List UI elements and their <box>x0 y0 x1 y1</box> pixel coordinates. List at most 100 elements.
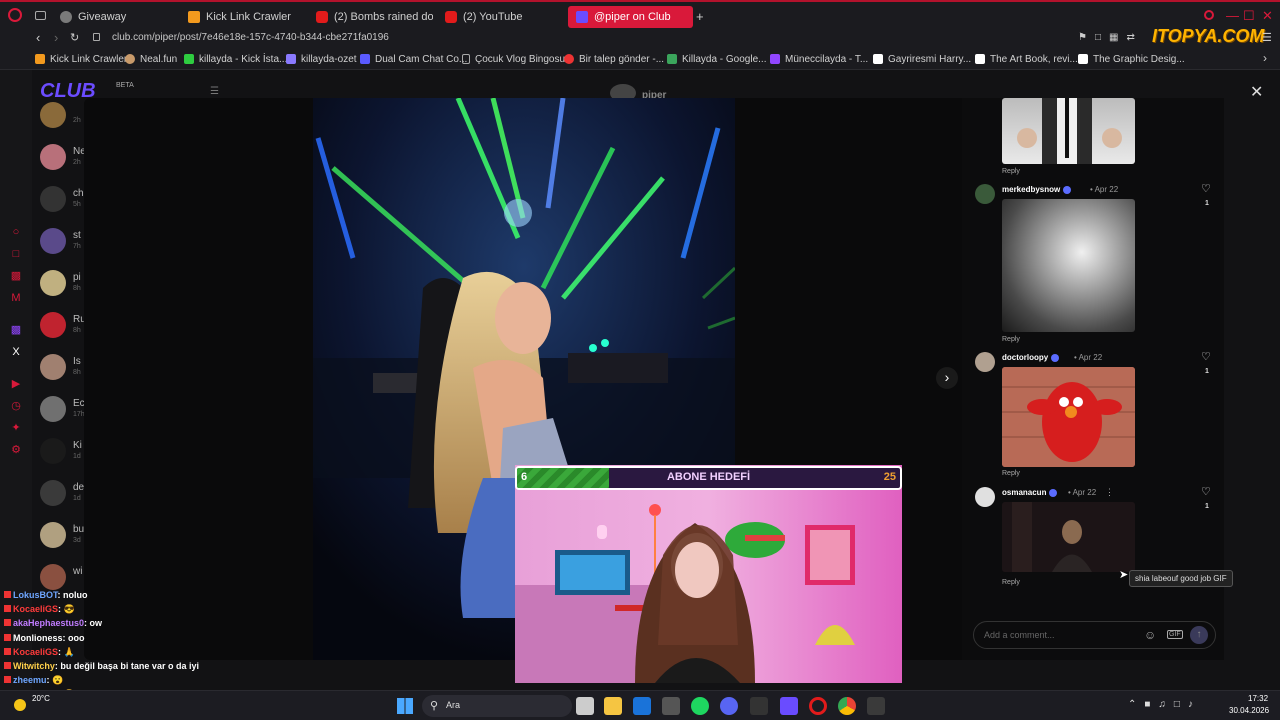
reply-button[interactable]: Reply <box>1002 470 1020 477</box>
close-window-button[interactable]: ✕ <box>1262 8 1273 24</box>
mouse-cursor-icon: ➤ <box>1119 569 1129 581</box>
bookmark-item[interactable]: Çocuk Vlog Bingosu <box>462 52 565 66</box>
bookmark-item[interactable]: Gayriresmi Harry... <box>873 52 971 66</box>
app-icon[interactable] <box>750 697 768 715</box>
settings-icon[interactable]: ⚙ <box>9 443 23 457</box>
conversation-item[interactable]: de 1d <box>40 478 86 508</box>
next-image-button[interactable]: › <box>936 367 958 389</box>
conversation-item[interactable]: st 7h <box>40 226 86 256</box>
tab-overview-icon[interactable] <box>35 11 46 20</box>
bookmark-item[interactable]: killayda-ozet <box>286 52 357 66</box>
avatar[interactable] <box>975 487 995 507</box>
tray-icons[interactable]: ⌃■♫□♪ <box>1128 699 1201 710</box>
chrome-icon[interactable] <box>838 697 856 715</box>
search-tabs-icon[interactable] <box>1204 10 1214 20</box>
file-explorer-icon[interactable] <box>604 697 622 715</box>
windows-start-icon[interactable] <box>397 698 413 714</box>
tab-kick-link-crawler[interactable]: Kick Link Crawler <box>180 6 305 28</box>
reply-button[interactable]: Reply <box>1002 579 1020 586</box>
send-button[interactable]: ↑ <box>1190 626 1208 644</box>
tab-bombs[interactable]: (2) Bombs rained down on <box>308 6 433 28</box>
shopping-icon[interactable]: □ <box>9 247 23 261</box>
conversation-name: ch <box>73 188 84 199</box>
bookmark-item[interactable]: Neal.fun <box>125 52 177 66</box>
tab-youtube[interactable]: (2) YouTube <box>437 6 562 28</box>
conversation-item[interactable]: ch 5h <box>40 184 86 214</box>
app-icon[interactable] <box>662 697 680 715</box>
bookmarks-overflow-icon[interactable]: › <box>1263 51 1267 65</box>
avatar[interactable] <box>975 352 995 372</box>
new-tab-button[interactable]: + <box>696 9 704 24</box>
spotify-icon[interactable] <box>691 697 709 715</box>
comment-input-box[interactable]: Add a comment... ☺ GIF ↑ <box>973 621 1216 649</box>
extensions-icon[interactable]: ✦ <box>9 421 23 435</box>
x-icon[interactable]: X <box>9 345 23 359</box>
discord-icon[interactable] <box>720 697 738 715</box>
bookmark-item[interactable]: Dual Cam Chat Co... <box>360 52 467 66</box>
messenger-icon[interactable]: ▩ <box>9 269 23 283</box>
avatar <box>40 480 66 506</box>
opera-menu-icon[interactable] <box>8 8 22 22</box>
bookmark-item[interactable]: Killayda - Google... <box>667 52 767 66</box>
avatar <box>40 396 66 422</box>
outlook-icon[interactable] <box>633 697 651 715</box>
comment-gif[interactable] <box>1002 367 1135 467</box>
assistant-icon[interactable]: ○ <box>9 225 23 239</box>
like-heart-icon[interactable]: ♡ <box>1201 485 1211 498</box>
bookmark-item[interactable]: Müneccilayda - T... <box>770 52 868 66</box>
maximize-button[interactable]: ☐ <box>1243 8 1255 24</box>
close-modal-button[interactable]: ✕ <box>1250 82 1263 102</box>
conversation-item[interactable]: Ki 1d <box>40 436 86 466</box>
like-heart-icon[interactable]: ♡ <box>1201 350 1211 363</box>
back-icon[interactable]: ‹ <box>36 30 40 45</box>
conversation-item[interactable]: Ru 8h <box>40 310 86 340</box>
conversation-item[interactable]: pi 8h <box>40 268 86 298</box>
like-heart-icon[interactable]: ♡ <box>1201 182 1211 195</box>
clock-time[interactable]: 17:32 <box>1248 694 1268 703</box>
comment-username[interactable]: merkedbysnow <box>1002 185 1072 194</box>
taskbar-search-box[interactable]: ⚲ Ara <box>422 695 572 717</box>
conversation-item[interactable]: Ec 17h <box>40 394 86 424</box>
bookmark-item[interactable]: Bir talep gönder -... <box>564 52 664 66</box>
bookmark-item[interactable]: Kick Link Crawler <box>35 52 127 66</box>
reload-icon[interactable]: ↻ <box>70 31 79 44</box>
task-view-icon[interactable] <box>576 697 594 715</box>
comment-gif[interactable] <box>1002 98 1135 164</box>
gif-button[interactable]: GIF <box>1167 630 1183 639</box>
twitch-icon[interactable]: ▩ <box>9 323 23 337</box>
tab-piper-club[interactable]: @piper on Club <box>568 6 693 28</box>
menu-icon[interactable]: ☰ <box>1262 31 1272 44</box>
app-icon[interactable] <box>867 697 885 715</box>
more-options-icon[interactable]: ⋮ <box>1105 487 1114 498</box>
comment-username[interactable]: osmanacun <box>1002 488 1058 497</box>
comment-input[interactable]: Add a comment... <box>984 630 1055 640</box>
conversation-item[interactable]: 2h <box>40 100 86 130</box>
sidebar-toggle-icon[interactable]: ☰ <box>210 86 219 97</box>
opera-icon[interactable] <box>809 697 827 715</box>
tab-giveaway[interactable]: Giveaway <box>52 6 177 28</box>
avatar[interactable] <box>975 184 995 204</box>
toolbar-icons[interactable]: ⚑□▦⇄ <box>1078 32 1143 43</box>
player-icon[interactable]: ▶ <box>9 377 23 391</box>
reply-button[interactable]: Reply <box>1002 168 1020 175</box>
bookmark-item[interactable]: The Graphic Desig... <box>1078 52 1185 66</box>
clock-date[interactable]: 30.04.2026 <box>1229 706 1269 715</box>
emoji-icon[interactable]: ☺ <box>1144 628 1156 642</box>
conversation-item[interactable]: Is 8h <box>40 352 86 382</box>
conversation-item[interactable]: Ne 2h <box>40 142 86 172</box>
reply-button[interactable]: Reply <box>1002 336 1020 343</box>
forward-icon[interactable]: › <box>54 30 58 45</box>
mail-icon[interactable]: M <box>9 291 23 305</box>
minimize-button[interactable]: — <box>1226 8 1239 23</box>
comment-gif[interactable] <box>1002 502 1135 572</box>
conversation-item[interactable]: bu 3d <box>40 520 86 550</box>
app-icon[interactable] <box>780 697 798 715</box>
youtube-icon <box>316 11 328 23</box>
bookmark-item[interactable]: killayda - Kick İsta... <box>184 52 287 66</box>
bookmark-item[interactable]: The Art Book, revi... <box>975 52 1078 66</box>
history-icon[interactable]: ◷ <box>9 399 23 413</box>
url-field[interactable]: club.com/piper/post/7e46e18e-157c-4740-b… <box>112 32 389 43</box>
chat-message: zheemu: 😮 <box>4 675 63 686</box>
comment-gif[interactable] <box>1002 199 1135 332</box>
comment-username[interactable]: doctorloopy <box>1002 353 1060 362</box>
